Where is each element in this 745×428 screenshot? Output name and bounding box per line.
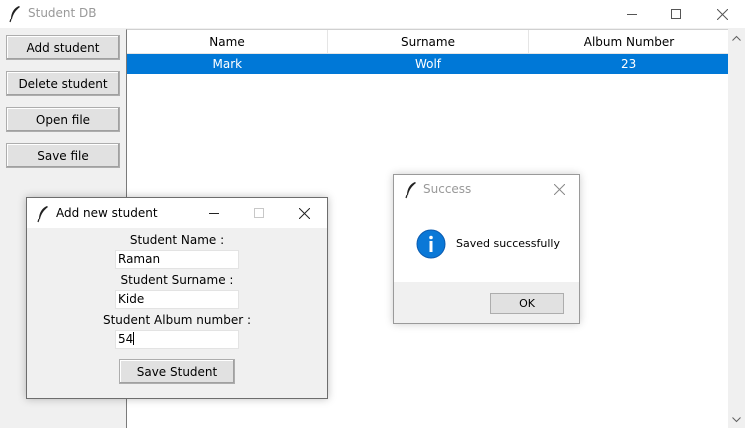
dialog-title-bar: Add new student bbox=[27, 198, 327, 228]
success-dialog: Success Saved successfully OK bbox=[393, 174, 580, 324]
cell-album: 23 bbox=[621, 57, 637, 71]
student-album-label: Student Album number : bbox=[102, 313, 251, 327]
dialog-minimize-button[interactable] bbox=[191, 199, 237, 227]
minimize-icon bbox=[627, 14, 637, 15]
add-student-dialog: Add new student Student Name : Raman Stu… bbox=[26, 197, 328, 399]
window-title: Student DB bbox=[28, 6, 97, 20]
dialog-title: Add new student bbox=[56, 206, 158, 220]
column-header-album[interactable]: Album Number bbox=[529, 30, 729, 53]
feather-icon bbox=[405, 182, 416, 199]
student-name-label: Student Name : bbox=[129, 233, 225, 247]
student-surname-input[interactable]: Kide bbox=[115, 290, 239, 309]
close-button[interactable] bbox=[699, 0, 745, 28]
ok-button[interactable]: OK bbox=[490, 293, 564, 314]
table-row[interactable]: Mark Wolf 23 bbox=[127, 54, 729, 74]
maximize-button[interactable] bbox=[653, 0, 699, 28]
student-name-input[interactable]: Raman bbox=[115, 250, 239, 269]
cell-surname: Wolf bbox=[414, 57, 442, 71]
dialog-close-button[interactable] bbox=[541, 175, 577, 203]
maximize-icon bbox=[254, 208, 264, 218]
save-student-button[interactable]: Save Student bbox=[119, 359, 235, 384]
scroll-down-arrow[interactable] bbox=[728, 411, 745, 428]
chevron-up-icon bbox=[732, 35, 741, 41]
dialog-close-button[interactable] bbox=[281, 199, 327, 227]
student-surname-label: Student Surname : bbox=[120, 273, 234, 287]
student-album-input[interactable]: 54 bbox=[115, 330, 239, 349]
close-icon bbox=[298, 207, 310, 219]
close-icon bbox=[716, 8, 728, 20]
cell-name: Mark bbox=[212, 57, 243, 71]
info-icon bbox=[416, 229, 446, 259]
save-file-button[interactable]: Save file bbox=[6, 143, 120, 168]
scroll-up-arrow[interactable] bbox=[728, 29, 745, 46]
delete-student-button[interactable]: Delete student bbox=[6, 71, 120, 96]
open-file-button[interactable]: Open file bbox=[6, 107, 120, 132]
column-header-surname[interactable]: Surname bbox=[328, 30, 529, 53]
album-value: 54 bbox=[118, 332, 134, 346]
table-header: Name Surname Album Number bbox=[127, 30, 729, 54]
feather-icon bbox=[9, 6, 20, 23]
maximize-icon bbox=[671, 9, 681, 19]
minimize-icon bbox=[209, 213, 219, 214]
feather-icon bbox=[37, 206, 48, 223]
add-student-button[interactable]: Add student bbox=[6, 35, 120, 60]
title-bar: Student DB bbox=[0, 0, 745, 28]
dialog-title: Success bbox=[423, 182, 472, 196]
column-header-name[interactable]: Name bbox=[127, 30, 328, 53]
minimize-button[interactable] bbox=[609, 0, 655, 28]
text-cursor bbox=[133, 332, 135, 345]
close-icon bbox=[553, 183, 565, 195]
chevron-down-icon bbox=[732, 416, 741, 422]
dialog-title-bar: Success bbox=[394, 175, 579, 203]
success-message: Saved successfully bbox=[456, 237, 560, 250]
vertical-scrollbar[interactable] bbox=[728, 29, 745, 428]
dialog-maximize-button bbox=[236, 199, 282, 227]
